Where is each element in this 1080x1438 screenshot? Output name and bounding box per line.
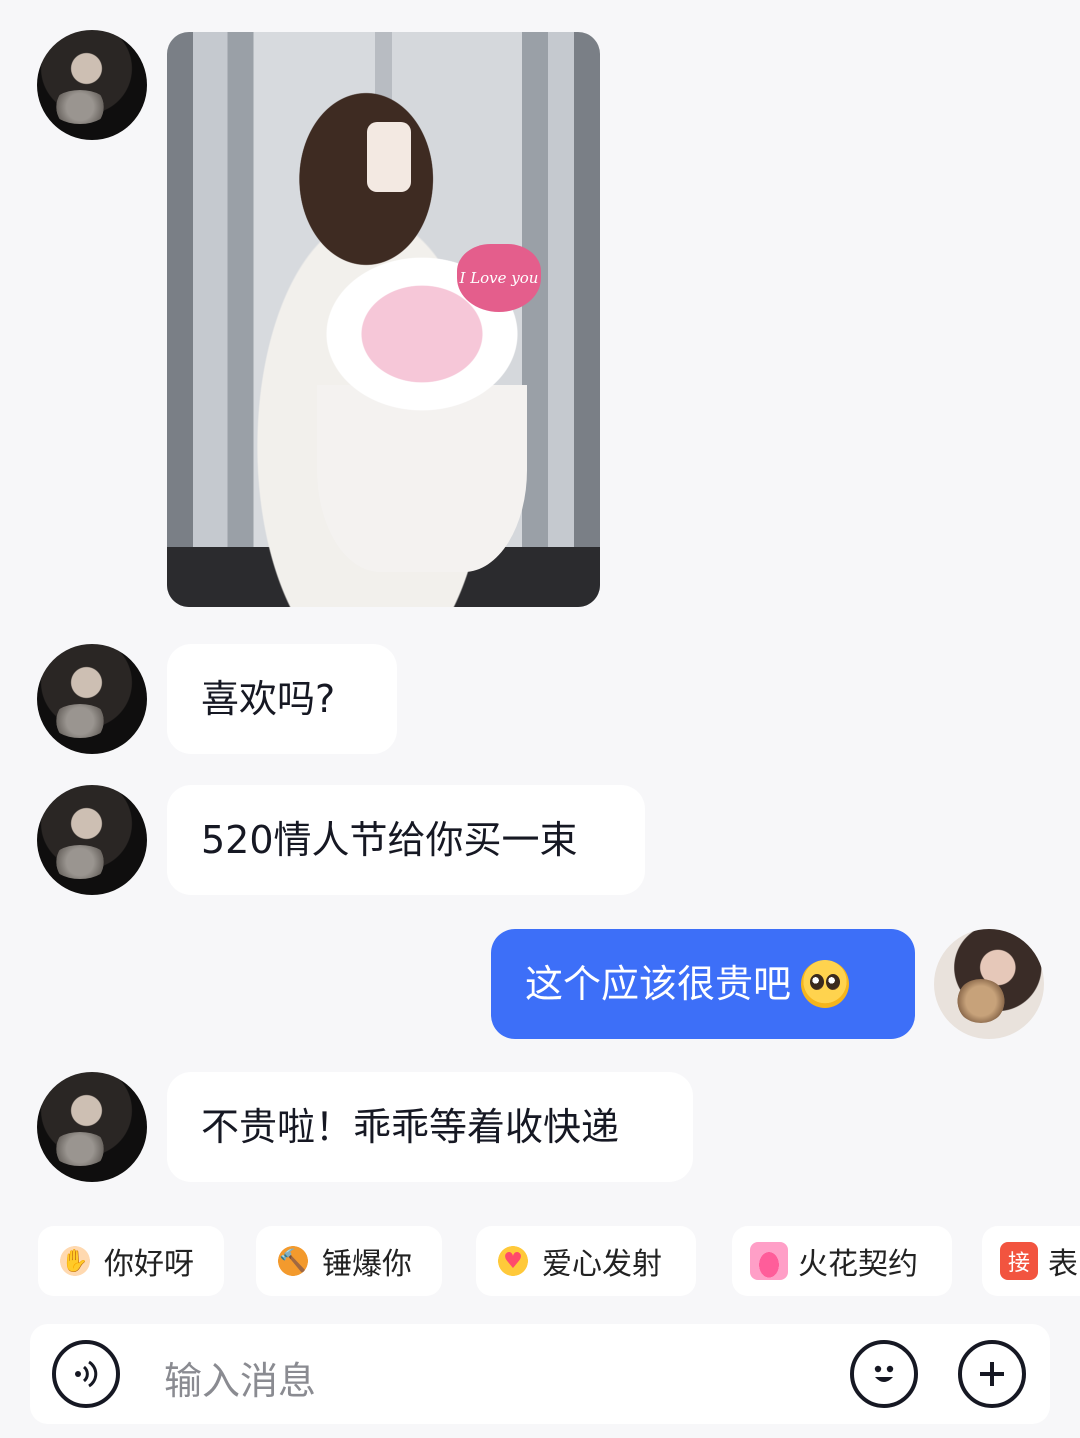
pleading-face-icon [801,960,850,1008]
sender-avatar[interactable] [37,1072,147,1182]
quick-reply-label: 你好呀 [104,1247,194,1282]
quick-reply-label: 爱心发射 [542,1247,662,1282]
photo-heart-sign: I Love you [457,244,541,312]
my-avatar[interactable] [934,929,1044,1039]
message-bubble[interactable]: 520情人节给你买一束 [167,785,645,895]
sender-avatar[interactable] [37,644,147,754]
quick-reply-chip[interactable]: ✋ 你好呀 [38,1226,224,1296]
love-shoot-icon: ♥ [494,1242,532,1280]
quick-reply-bar: ✋ 你好呀 🔨 锤爆你 ♥ 爱心发射 火花契约 接 表 [0,1226,1080,1296]
input-bar: 输入消息 [0,1314,1080,1438]
message-bubble[interactable]: 喜欢吗? [167,644,397,754]
hammer-icon: 🔨 [274,1242,312,1280]
quick-reply-chip[interactable]: 接 表 [982,1226,1080,1296]
message-text: 喜欢吗? [201,677,336,721]
message-input-placeholder: 输入消息 [164,1359,317,1403]
quick-reply-label: 表 [1048,1247,1078,1282]
message-bubble[interactable]: 不贵啦！乖乖等着收快递 [167,1072,693,1182]
quick-reply-chip[interactable]: ♥ 爱心发射 [476,1226,696,1296]
message-text: 这个应该很贵吧 [525,962,792,1006]
voice-icon[interactable] [52,1340,120,1408]
my-message-bubble[interactable]: 这个应该很贵吧 [491,929,915,1039]
emoji-icon[interactable] [850,1340,918,1408]
sender-avatar[interactable] [37,785,147,895]
wave-hand-icon: ✋ [56,1242,94,1280]
photo-phone [367,122,411,192]
quick-reply-label: 锤爆你 [322,1247,412,1282]
image-message[interactable]: I Love you [167,32,600,607]
plus-icon[interactable] [958,1340,1026,1408]
quick-reply-label: 火花契约 [798,1247,918,1282]
jie-badge-icon: 接 [1000,1242,1038,1280]
quick-reply-chip[interactable]: 🔨 锤爆你 [256,1226,442,1296]
sender-avatar[interactable] [37,30,147,140]
message-text: 不贵啦！乖乖等着收快递 [201,1105,620,1149]
quick-reply-chip[interactable]: 火花契约 [732,1226,952,1296]
spark-fire-icon [750,1242,788,1280]
message-text: 520情人节给你买一束 [201,818,578,862]
